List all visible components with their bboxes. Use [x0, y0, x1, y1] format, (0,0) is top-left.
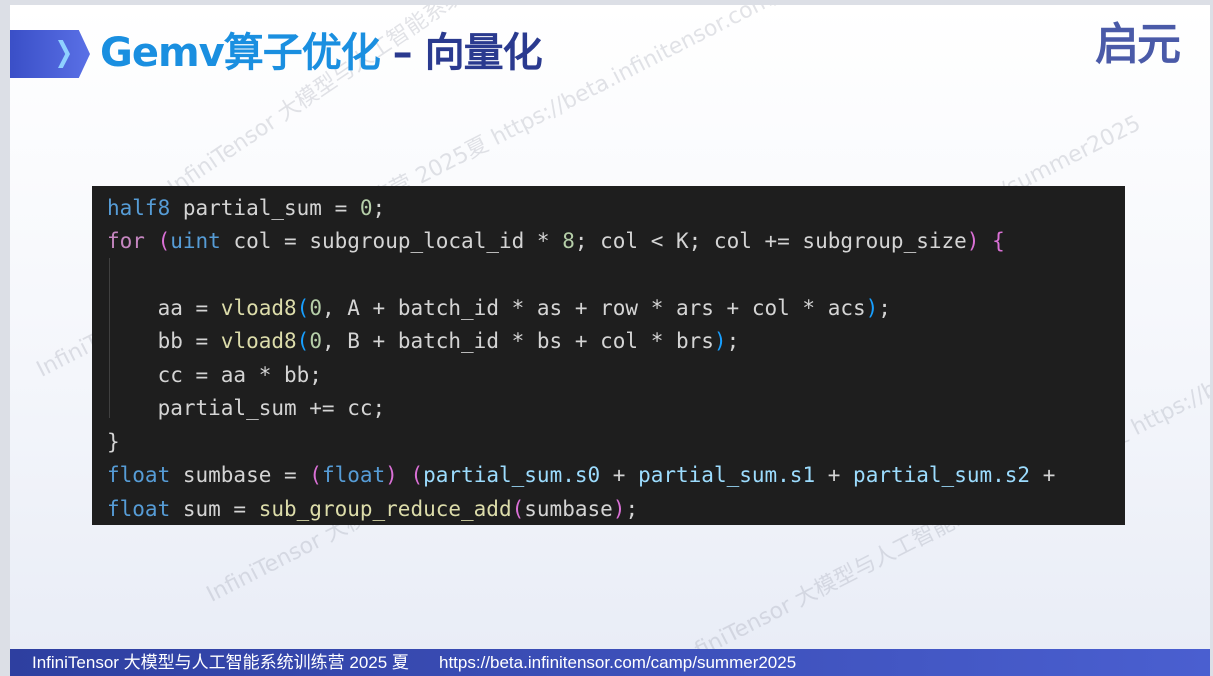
code-line-1: half8 partial_sum = 0; — [107, 196, 386, 220]
footer-bar: InfiniTensor 大模型与人工智能系统训练营 2025 夏 https:… — [10, 649, 1210, 676]
qiyuan-logo: 启元 — [1095, 19, 1181, 70]
code-line-5: cc = aa * bb; — [107, 363, 322, 387]
title-sub: – 向量化 — [379, 30, 543, 76]
slide: InfiniTensor 大模型与人工智能系统训练营 2025夏 https:/… — [10, 5, 1210, 676]
code-line-8: float sumbase = (float) (partial_sum.s0 … — [107, 463, 1056, 487]
code-line-7: } — [107, 430, 120, 454]
code-line-4: bb = vload8(0, B + batch_id * bs + col *… — [107, 329, 740, 353]
title-main: Gemv算子优化 — [100, 30, 381, 76]
chevron-right-icon — [58, 40, 70, 68]
page-title: Gemv算子优化 – 向量化 — [100, 27, 543, 79]
code-line-9: float sum = sub_group_reduce_add(sumbase… — [107, 497, 639, 521]
footer-url: https://beta.infinitensor.com/camp/summe… — [439, 653, 797, 672]
code-line-6: partial_sum += cc; — [107, 396, 386, 420]
footer-text: InfiniTensor 大模型与人工智能系统训练营 2025 夏 — [32, 653, 409, 672]
title-chevron-icon — [10, 30, 90, 78]
code-block: half8 partial_sum = 0; for (uint col = s… — [92, 186, 1125, 525]
code-line-3: aa = vload8(0, A + batch_id * as + row *… — [107, 296, 891, 320]
code-line-2: for (uint col = subgroup_local_id * 8; c… — [107, 229, 1005, 253]
